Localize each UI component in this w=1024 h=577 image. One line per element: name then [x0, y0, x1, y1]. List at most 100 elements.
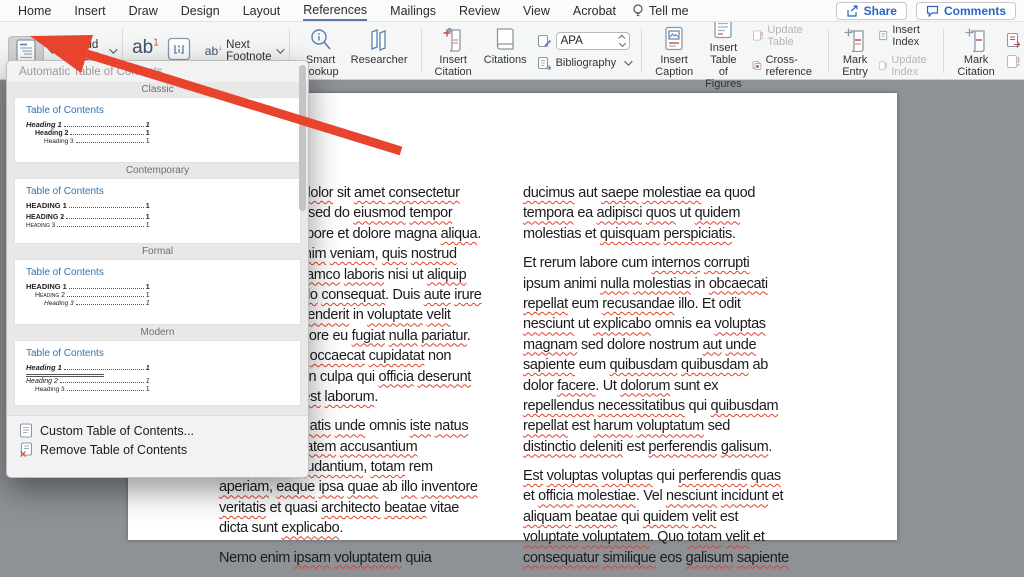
toc-preview-row: Heading 21 [35, 130, 150, 137]
menu-tab-insert[interactable]: Insert [74, 1, 105, 20]
add-text-label: Add Text [78, 39, 105, 63]
menu-tab-references[interactable]: References [303, 0, 367, 21]
tell-me-label: Tell me [649, 4, 689, 18]
chevron-down-icon [624, 57, 632, 65]
doc-text-line: repellat eum recusandae illo. Et odit [523, 294, 789, 314]
insert-table-of-figures-label: Insert Table [705, 42, 742, 66]
toc-section-label: Formal [7, 244, 308, 259]
insert-endnote-icon [167, 37, 191, 61]
toc-preview-row: Heading 31 [35, 386, 150, 393]
insert-citation-icon [442, 26, 464, 52]
menu-tab-layout[interactable]: Layout [243, 1, 281, 20]
toc-preview-title: Table of Contents [26, 105, 289, 116]
citation-style-select[interactable]: APA [537, 32, 631, 50]
next-footnote-button[interactable]: ab↓ Next Footnote [205, 39, 282, 63]
menu-items: Home Insert Draw Design Layout References Mail… [18, 0, 616, 21]
menu-tab-review[interactable]: Review [459, 1, 500, 20]
table-of-contents-menu: Automatic Table of Contents ClassicTable… [6, 60, 309, 478]
menu-tab-view[interactable]: View [523, 1, 550, 20]
doc-text-line: repellat est harum voluptatum sed [523, 416, 789, 436]
insert-table-of-authorities-button[interactable] [1005, 32, 1021, 48]
lightbulb-icon [632, 4, 644, 18]
tell-me[interactable]: Tell me [632, 4, 689, 18]
bibliography-icon [537, 56, 552, 70]
remove-table-of-contents-label: Remove Table of Contents [40, 443, 187, 457]
researcher-icon [366, 28, 392, 52]
insert-index-button[interactable]: Insert Index [878, 24, 932, 48]
insert-caption-label: Insert [660, 54, 688, 66]
share-button[interactable]: Share [836, 2, 907, 20]
doc-text-line: sapiente eum quibusdam quibusdam ab [523, 355, 789, 375]
menu-tab-home[interactable]: Home [18, 1, 51, 20]
mark-citation-button[interactable]: Mark Citation [957, 24, 994, 78]
citations-button[interactable]: Citations [484, 24, 527, 78]
toc-style-modern[interactable]: Table of ContentsHeading 11Heading 21Hea… [14, 340, 301, 406]
ribbon-divider [641, 29, 642, 73]
mark-citation-label: Mark [964, 54, 988, 66]
toc-style-formal[interactable]: Table of ContentsHEADING 11Heading 21Hea… [14, 259, 301, 325]
insert-table-of-figures-label: of Figures [705, 66, 742, 90]
doc-column-right: ducimus aut saepe molestiae ea quodtempo… [523, 183, 789, 577]
toc-preview-title: Table of Contents [26, 267, 289, 278]
insert-citation-label: Citation [435, 66, 472, 78]
cross-reference-button[interactable]: Cross-reference [752, 54, 817, 78]
bibliography-label: Bibliography [556, 57, 617, 69]
mark-citation-label: Citation [957, 66, 994, 78]
mark-entry-label: Mark [843, 54, 867, 66]
remove-table-of-contents-item[interactable]: Remove Table of Contents [17, 440, 298, 459]
ribbon-divider [421, 29, 422, 73]
insert-index-icon [878, 28, 888, 43]
toc-preview-row: Heading 11 [26, 363, 150, 372]
smart-lookup-label: Smart [306, 54, 335, 66]
scrollbar-thumb[interactable] [299, 65, 306, 211]
mark-entry-icon [843, 26, 867, 52]
doc-text-line: consequatur similique eos galisum sapien… [523, 548, 789, 568]
bibliography-button[interactable]: Bibliography [537, 56, 631, 70]
insert-footnote-button[interactable]: ab1 [132, 37, 159, 59]
doc-text-line: repellendus necessitatibus qui quibusdam [523, 396, 789, 416]
stepper-icon [620, 35, 625, 46]
mark-entry-button[interactable]: Mark Entry [842, 24, 868, 78]
next-footnote-icon: ab↓ [205, 43, 222, 58]
document-remove-icon [19, 442, 33, 457]
toc-style-contemporary[interactable]: Table of ContentsHEADING 11HEADING 21Hea… [14, 178, 301, 244]
toc-preview-row: Heading 21 [26, 378, 150, 385]
doc-text-line: et officia molestiae. Vel nesciunt incid… [523, 486, 789, 506]
insert-table-of-figures-button[interactable]: Insert Table of Figures [705, 12, 742, 90]
ribbon-divider [943, 29, 944, 73]
doc-text-line: dicta sunt explicabo. [219, 518, 482, 538]
custom-table-of-contents-item[interactable]: Custom Table of Contents... [17, 421, 298, 440]
custom-table-of-contents-label: Custom Table of Contents... [40, 424, 194, 438]
update-table-icon [752, 28, 764, 43]
menu-tab-design[interactable]: Design [181, 1, 220, 20]
toc-section-label: Modern [7, 325, 308, 340]
doc-text-line: Nemo enim ipsam voluptatem quia [219, 548, 482, 568]
doc-text-line: nesciunt ut explicabo omnis ea voluptas [523, 314, 789, 334]
researcher-button[interactable]: Researcher [351, 24, 408, 78]
toc-section-label: Contemporary [7, 163, 308, 178]
insert-index-label: Insert Index [892, 24, 932, 48]
doc-text-line: molestias et quisquam perspiciatis. [523, 224, 789, 244]
citations-icon [494, 26, 516, 52]
comments-icon [926, 5, 939, 17]
update-index-button: Update Index [878, 54, 932, 78]
share-label: Share [864, 4, 897, 18]
menu-tab-draw[interactable]: Draw [129, 1, 158, 20]
menu-tab-mailings[interactable]: Mailings [390, 1, 436, 20]
insert-citation-label: Insert [439, 54, 467, 66]
comments-button[interactable]: Comments [916, 2, 1016, 20]
toc-preview-row: Heading 21 [35, 292, 150, 299]
cross-reference-label: Cross-reference [766, 54, 818, 78]
insert-endnote-button[interactable] [167, 37, 191, 61]
doc-paragraph: ducimus aut saepe molestiae ea quodtempo… [523, 183, 789, 244]
document-icon [19, 423, 33, 438]
menu-tab-acrobat[interactable]: Acrobat [573, 1, 616, 20]
doc-paragraph: Nemo enim ipsam voluptatem quia [219, 548, 482, 568]
toc-style-classic[interactable]: Table of ContentsHeading 11Heading 21Hea… [14, 97, 301, 163]
doc-text-line: aliquam beatae qui quidem velit est [523, 507, 789, 527]
add-text-button[interactable]: Add Text [64, 39, 115, 63]
insert-citation-button[interactable]: Insert Citation [435, 24, 472, 78]
insert-caption-button[interactable]: Insert Caption [655, 24, 693, 78]
doc-text-line: ipsum animi nulla molestias in obcaecati [523, 274, 789, 294]
smart-lookup-icon [309, 28, 333, 52]
